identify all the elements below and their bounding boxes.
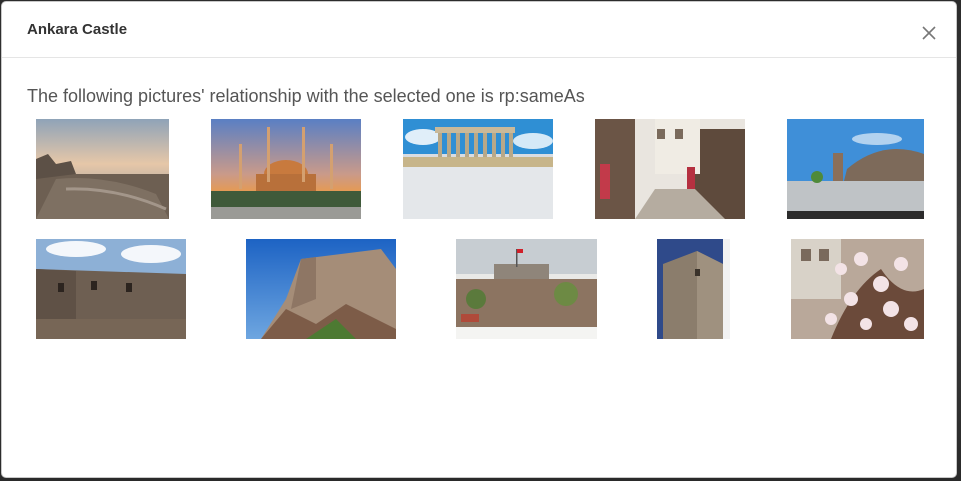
old-town-street-image bbox=[595, 119, 745, 219]
gallery-thumbnail[interactable] bbox=[36, 119, 169, 219]
gallery-thumbnail[interactable] bbox=[787, 119, 924, 219]
gallery-thumbnail[interactable] bbox=[246, 239, 396, 339]
close-icon bbox=[922, 26, 936, 40]
gallery-thumbnail[interactable] bbox=[456, 239, 597, 339]
stone-tower-image bbox=[657, 239, 730, 339]
modal-title: Ankara Castle bbox=[27, 21, 128, 38]
gallery-thumbnail[interactable] bbox=[211, 119, 361, 219]
gallery-thumbnail[interactable] bbox=[791, 239, 924, 339]
mosque-sunset-image bbox=[211, 119, 361, 219]
castle-hill-city-view-image bbox=[456, 239, 597, 339]
castle-cliff-rampart-image bbox=[246, 239, 396, 339]
gallery-thumbnail[interactable] bbox=[403, 119, 553, 219]
castle-wall-sunset-image bbox=[36, 119, 169, 219]
castle-ruins-interior-image bbox=[36, 239, 186, 339]
gallery-thumbnail[interactable] bbox=[36, 239, 186, 339]
castle-tower-plaza-image bbox=[787, 119, 924, 219]
modal-header: Ankara Castle bbox=[2, 2, 956, 58]
relationship-description: The following pictures' relationship wit… bbox=[27, 86, 585, 106]
gallery-thumbnail[interactable] bbox=[657, 239, 730, 339]
blossom-over-houses-image bbox=[791, 239, 924, 339]
anitkabir-mausoleum-image bbox=[403, 119, 553, 219]
gallery-thumbnail[interactable] bbox=[595, 119, 745, 219]
close-button[interactable] bbox=[922, 26, 936, 40]
image-relations-modal: Ankara Castle The following pictures' re… bbox=[1, 1, 957, 478]
